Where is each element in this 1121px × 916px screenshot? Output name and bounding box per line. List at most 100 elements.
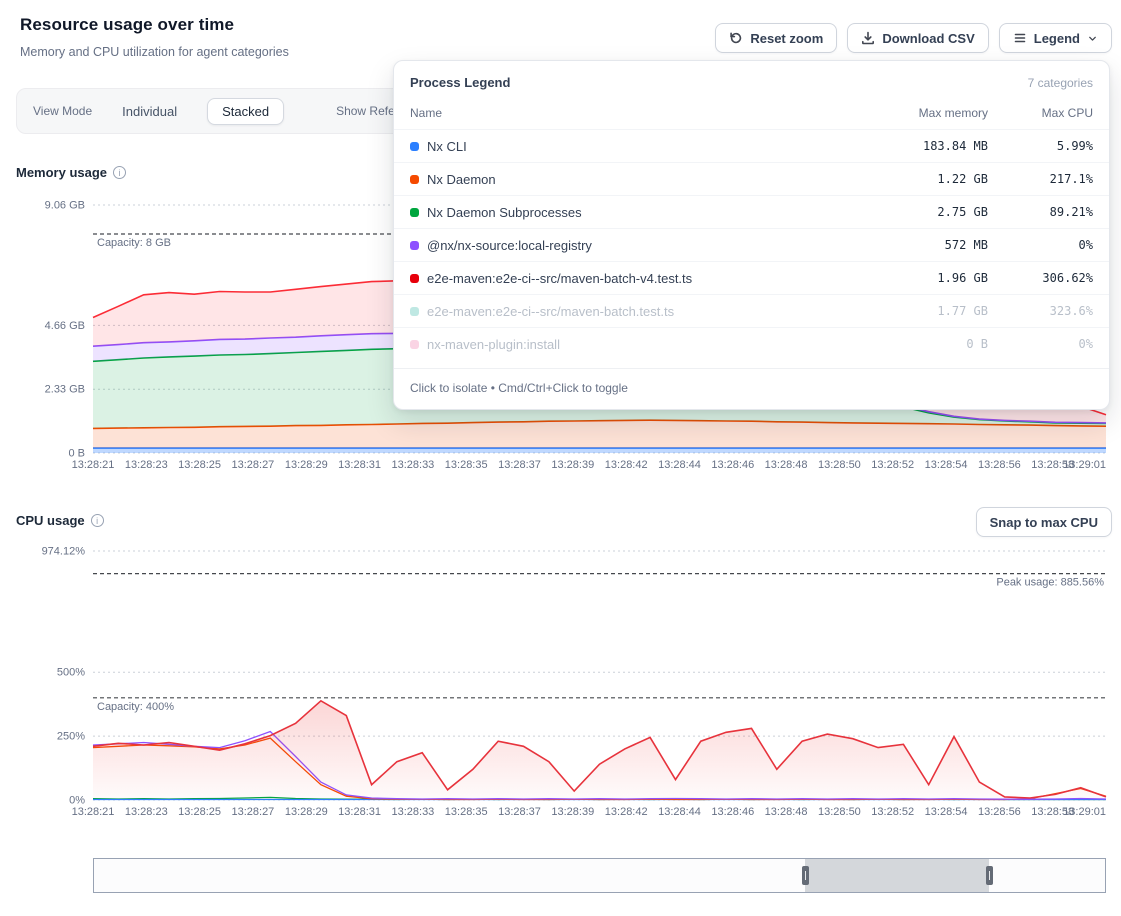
legend-row[interactable]: e2e-maven:e2e-ci--src/maven-batch-v4.tes… (394, 261, 1109, 294)
reset-zoom-button[interactable]: Reset zoom (715, 23, 837, 53)
series-color-dot (410, 175, 419, 184)
svg-text:13:28:39: 13:28:39 (551, 806, 594, 818)
memory-section-title: Memory usage i (16, 165, 126, 180)
svg-text:4.66 GB: 4.66 GB (45, 320, 85, 332)
cpu-chart[interactable]: 974.12%500%250%0%Peak usage: 885.56%Capa… (0, 545, 1121, 830)
series-max-memory: 0 B (838, 337, 988, 351)
legend-footer-hint: Click to isolate • Cmd/Ctrl+Click to tog… (394, 368, 1109, 409)
svg-text:13:28:56: 13:28:56 (978, 806, 1021, 818)
legend-popup-title: Process Legend (410, 75, 510, 90)
legend-popup-header: Process Legend 7 categories (394, 61, 1109, 100)
series-color-dot (410, 307, 419, 316)
series-max-memory: 1.96 GB (838, 271, 988, 285)
svg-text:13:28:50: 13:28:50 (818, 806, 861, 818)
legend-row[interactable]: Nx CLI 183.84 MB 5.99% (394, 129, 1109, 162)
brush-selection[interactable] (805, 859, 989, 892)
svg-text:13:28:35: 13:28:35 (445, 459, 488, 471)
svg-text:13:28:33: 13:28:33 (391, 806, 434, 818)
svg-text:13:28:54: 13:28:54 (925, 459, 968, 471)
download-csv-label: Download CSV (882, 31, 974, 46)
series-color-dot (410, 241, 419, 250)
svg-text:13:28:37: 13:28:37 (498, 806, 541, 818)
legend-button[interactable]: Legend (999, 23, 1112, 53)
cpu-title-text: CPU usage (16, 513, 85, 528)
page-subtitle: Memory and CPU utilization for agent cat… (20, 45, 289, 59)
svg-text:Peak usage: 885.56%: Peak usage: 885.56% (996, 577, 1104, 589)
view-mode-individual-button[interactable]: Individual (114, 98, 185, 125)
series-name: e2e-maven:e2e-ci--src/maven-batch-v4.tes… (427, 271, 692, 286)
svg-text:13:29:01: 13:29:01 (1063, 806, 1106, 818)
svg-text:13:28:42: 13:28:42 (605, 459, 648, 471)
svg-text:13:28:29: 13:28:29 (285, 459, 328, 471)
legend-row[interactable]: Nx Daemon 1.22 GB 217.1% (394, 162, 1109, 195)
svg-text:13:28:46: 13:28:46 (711, 806, 754, 818)
cpu-section-title: CPU usage i (16, 513, 104, 528)
svg-text:13:28:54: 13:28:54 (925, 806, 968, 818)
snap-to-max-cpu-button[interactable]: Snap to max CPU (976, 507, 1112, 537)
svg-text:13:28:25: 13:28:25 (178, 459, 221, 471)
svg-text:13:28:23: 13:28:23 (125, 459, 168, 471)
legend-column-headers: Name Max memory Max CPU (394, 100, 1109, 129)
series-max-cpu: 323.6% (988, 304, 1093, 318)
view-mode-label: View Mode (33, 104, 92, 118)
memory-title-text: Memory usage (16, 165, 107, 180)
view-mode-stacked-button[interactable]: Stacked (207, 98, 284, 125)
svg-text:13:29:01: 13:29:01 (1063, 459, 1106, 471)
header-actions: Reset zoom Download CSV Legend (715, 23, 1112, 53)
series-color-dot (410, 142, 419, 151)
svg-text:13:28:52: 13:28:52 (871, 459, 914, 471)
svg-text:13:28:29: 13:28:29 (285, 806, 328, 818)
svg-text:13:28:21: 13:28:21 (72, 459, 115, 471)
svg-text:13:28:56: 13:28:56 (978, 459, 1021, 471)
brush-handle-right[interactable] (986, 866, 993, 885)
legend-row[interactable]: Nx Daemon Subprocesses 2.75 GB 89.21% (394, 195, 1109, 228)
svg-text:13:28:39: 13:28:39 (551, 459, 594, 471)
list-icon (1013, 31, 1027, 45)
legend-rows: Nx CLI 183.84 MB 5.99% Nx Daemon 1.22 GB… (394, 129, 1109, 360)
download-icon (861, 31, 875, 45)
svg-text:13:28:44: 13:28:44 (658, 806, 701, 818)
svg-text:974.12%: 974.12% (42, 546, 86, 558)
svg-text:13:28:48: 13:28:48 (765, 806, 808, 818)
download-csv-button[interactable]: Download CSV (847, 23, 988, 53)
legend-col-name: Name (410, 106, 838, 120)
svg-text:13:28:48: 13:28:48 (765, 459, 808, 471)
series-max-cpu: 306.62% (988, 271, 1093, 285)
legend-row[interactable]: e2e-maven:e2e-ci--src/maven-batch.test.t… (394, 294, 1109, 327)
series-color-dot (410, 208, 419, 217)
series-max-cpu: 0% (988, 238, 1093, 252)
process-legend-popup: Process Legend 7 categories Name Max mem… (393, 60, 1110, 410)
series-max-memory: 1.77 GB (838, 304, 988, 318)
legend-row[interactable]: nx-maven-plugin:install 0 B 0% (394, 327, 1109, 360)
svg-text:13:28:27: 13:28:27 (231, 806, 274, 818)
series-color-dot (410, 340, 419, 349)
svg-text:13:28:35: 13:28:35 (445, 806, 488, 818)
legend-row[interactable]: @nx/nx-source:local-registry 572 MB 0% (394, 228, 1109, 261)
svg-text:13:28:44: 13:28:44 (658, 459, 701, 471)
brush-handle-left[interactable] (802, 866, 809, 885)
series-name: @nx/nx-source:local-registry (427, 238, 592, 253)
series-max-cpu: 5.99% (988, 139, 1093, 153)
memory-info-icon[interactable]: i (113, 166, 126, 179)
svg-text:2.33 GB: 2.33 GB (45, 384, 85, 396)
series-max-memory: 1.22 GB (838, 172, 988, 186)
reset-zoom-label: Reset zoom (750, 31, 823, 46)
series-max-cpu: 89.21% (988, 205, 1093, 219)
svg-text:Capacity: 8 GB: Capacity: 8 GB (97, 237, 171, 249)
svg-text:Capacity: 400%: Capacity: 400% (97, 701, 174, 713)
series-name: Nx Daemon Subprocesses (427, 205, 582, 220)
svg-text:13:28:50: 13:28:50 (818, 459, 861, 471)
chevron-down-icon (1087, 33, 1098, 44)
legend-category-count: 7 categories (1028, 76, 1093, 90)
svg-text:13:28:31: 13:28:31 (338, 806, 381, 818)
legend-col-max-memory: Max memory (838, 106, 988, 120)
svg-text:13:28:52: 13:28:52 (871, 806, 914, 818)
svg-text:13:28:21: 13:28:21 (72, 806, 115, 818)
timeline-brush-track[interactable] (93, 858, 1106, 893)
series-name: Nx Daemon (427, 172, 496, 187)
series-name: nx-maven-plugin:install (427, 337, 560, 352)
svg-text:0 B: 0 B (68, 448, 85, 460)
refresh-icon (729, 31, 743, 45)
svg-text:13:28:37: 13:28:37 (498, 459, 541, 471)
cpu-info-icon[interactable]: i (91, 514, 104, 527)
